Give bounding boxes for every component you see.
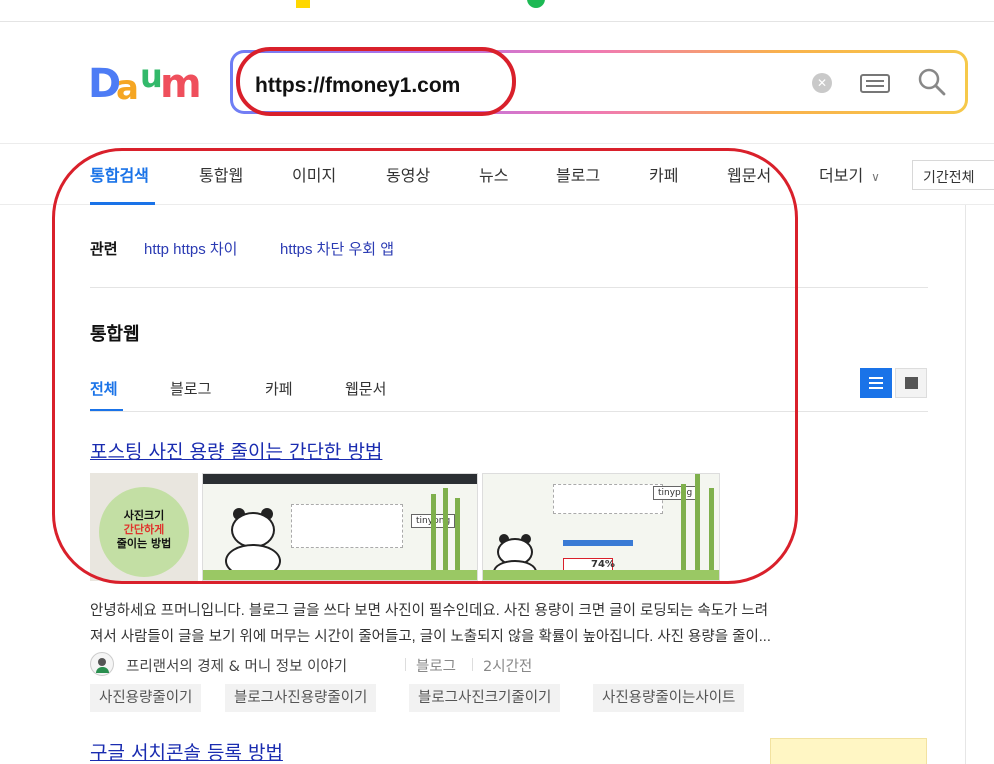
tab-more-label: 더보기: [819, 166, 864, 185]
meta-separator: [405, 658, 406, 671]
avatar[interactable]: [90, 652, 114, 676]
snippet-line: 져서 사람들이 글을 보기 위에 머무는 시간이 줄어들고, 글이 노출되지 않…: [90, 629, 771, 645]
bookmark-fragment: · ·: [2, 0, 16, 8]
result-tag[interactable]: 사진용량줄이기: [90, 684, 202, 712]
bookmark-favicon: [296, 0, 310, 8]
list-view-icon[interactable]: [860, 368, 892, 398]
result-time: 2시간전: [483, 659, 533, 675]
result-tag[interactable]: 블로그사진크기줄이기: [409, 684, 561, 712]
column-divider: [965, 205, 966, 764]
annotation-highlight: [236, 47, 516, 116]
annotation-highlight: [52, 148, 798, 584]
result-tag[interactable]: 블로그사진용량줄이기: [225, 684, 377, 712]
period-filter[interactable]: 기간전체: [912, 160, 994, 190]
result-tag[interactable]: 사진용량줄이는사이트: [593, 684, 745, 712]
chevron-down-icon: ∨: [871, 170, 880, 184]
result-snippet: 안녕하세요 프머니입니다. 블로그 글을 쓰다 보면 사진이 필수인데요. 사진…: [90, 598, 928, 650]
result-source[interactable]: 프리랜서의 경제 & 머니 정보 이야기: [126, 655, 347, 676]
bookmark-favicon: [527, 0, 545, 8]
result-type: 블로그: [416, 659, 457, 675]
snippet-line: 안녕하세요 프머니입니다. 블로그 글을 쓰다 보면 사진이 필수인데요. 사진…: [90, 603, 769, 619]
keyboard-icon[interactable]: [860, 74, 890, 93]
bookmark-bar-fragment: · ·: [0, 0, 994, 22]
meta-separator: [472, 658, 473, 671]
card-view-icon[interactable]: [895, 368, 927, 398]
clear-icon[interactable]: ✕: [812, 73, 832, 93]
search-icon[interactable]: [917, 67, 947, 97]
tab-more[interactable]: 더보기 ∨: [819, 162, 880, 186]
daum-logo[interactable]: D a u m: [88, 57, 206, 108]
result-title[interactable]: 구글 서치콘솔 등록 방법: [90, 738, 283, 764]
side-banner[interactable]: [770, 738, 927, 764]
